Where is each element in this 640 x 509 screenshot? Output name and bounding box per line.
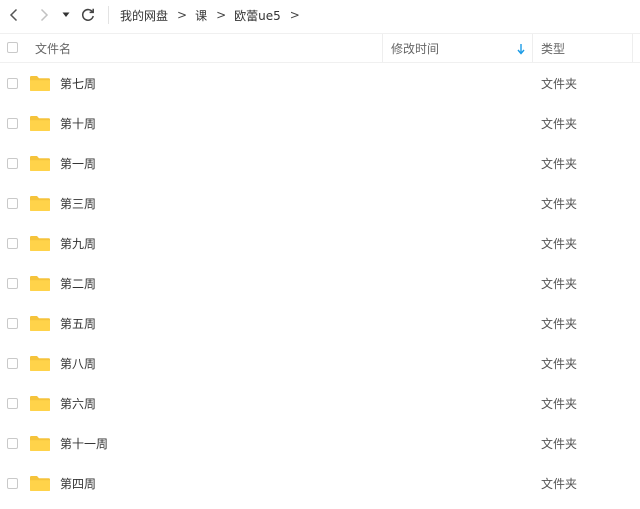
folder-icon [30, 116, 50, 131]
row-checkbox[interactable] [7, 278, 18, 289]
history-dropdown-button[interactable] [58, 5, 74, 25]
table-header: 文件名 修改时间 类型 [0, 33, 640, 63]
file-type: 文件夹 [541, 357, 578, 371]
file-name[interactable]: 第十周 [60, 104, 96, 144]
row-checkbox[interactable] [7, 158, 18, 169]
file-name[interactable]: 第六周 [60, 384, 96, 424]
breadcrumb-item-current[interactable]: 欧蕾ue5 [234, 7, 281, 24]
file-type: 文件夹 [541, 197, 578, 211]
file-type: 文件夹 [541, 157, 578, 171]
file-name[interactable]: 第二周 [60, 264, 96, 304]
folder-icon [30, 356, 50, 371]
row-checkbox[interactable] [7, 318, 18, 329]
table-row[interactable]: 第七周 文件夹 [0, 64, 640, 104]
refresh-button[interactable] [78, 5, 98, 25]
file-name[interactable]: 第四周 [60, 464, 96, 504]
file-name[interactable]: 第七周 [60, 64, 96, 104]
table-row[interactable]: 第十周 文件夹 [0, 104, 640, 144]
back-button[interactable] [4, 5, 24, 25]
column-divider[interactable] [632, 34, 633, 62]
table-row[interactable]: 第八周 文件夹 [0, 344, 640, 384]
sort-descending-icon[interactable] [516, 43, 526, 55]
folder-icon [30, 236, 50, 251]
navigation-bar: 我的网盘 > 课 > 欧蕾ue5 > [0, 0, 640, 30]
table-row[interactable]: 第九周 文件夹 [0, 224, 640, 264]
folder-icon [30, 316, 50, 331]
file-type: 文件夹 [541, 477, 578, 491]
breadcrumb-separator: > [177, 8, 188, 22]
row-checkbox[interactable] [7, 398, 18, 409]
breadcrumb-separator[interactable]: > [290, 8, 300, 22]
file-name[interactable]: 第八周 [60, 344, 96, 384]
caret-down-icon [62, 12, 70, 17]
row-checkbox[interactable] [7, 438, 18, 449]
file-name[interactable]: 第五周 [60, 304, 96, 344]
row-checkbox[interactable] [7, 358, 18, 369]
row-checkbox[interactable] [7, 118, 18, 129]
column-header-type[interactable]: 类型 [541, 34, 565, 62]
select-all-checkbox[interactable] [7, 42, 18, 53]
row-checkbox[interactable] [7, 78, 18, 89]
folder-icon [30, 276, 50, 291]
table-row[interactable]: 第一周 文件夹 [0, 144, 640, 184]
column-divider[interactable] [532, 34, 533, 62]
chevron-left-icon [9, 8, 18, 22]
row-checkbox[interactable] [7, 198, 18, 209]
file-name[interactable]: 第一周 [60, 144, 96, 184]
folder-icon [30, 156, 50, 171]
file-name[interactable]: 第九周 [60, 224, 96, 264]
breadcrumb-separator: > [216, 8, 227, 22]
breadcrumb-item-root[interactable]: 我的网盘 [120, 7, 168, 24]
table-row[interactable]: 第四周 文件夹 [0, 464, 640, 504]
column-header-name[interactable]: 文件名 [35, 34, 71, 62]
column-header-modified[interactable]: 修改时间 [391, 34, 439, 62]
file-type: 文件夹 [541, 77, 578, 91]
file-type: 文件夹 [541, 397, 578, 411]
table-row[interactable]: 第三周 文件夹 [0, 184, 640, 224]
breadcrumb-item-course[interactable]: 课 [195, 7, 207, 24]
nav-divider [108, 6, 109, 24]
table-row[interactable]: 第五周 文件夹 [0, 304, 640, 344]
file-type: 文件夹 [541, 277, 578, 291]
folder-icon [30, 436, 50, 451]
row-checkbox[interactable] [7, 478, 18, 489]
column-divider[interactable] [382, 34, 383, 62]
file-type: 文件夹 [541, 437, 578, 451]
file-name[interactable]: 第三周 [60, 184, 96, 224]
file-type: 文件夹 [541, 317, 578, 331]
table-row[interactable]: 第二周 文件夹 [0, 264, 640, 304]
folder-icon [30, 476, 50, 491]
row-checkbox[interactable] [7, 238, 18, 249]
folder-icon [30, 76, 50, 91]
table-row[interactable]: 第六周 文件夹 [0, 384, 640, 424]
file-type: 文件夹 [541, 117, 578, 131]
file-list: 第七周 文件夹 第十周 文件夹 第一周 文件夹 第三周 文件夹 第九周 文件夹 第二周 文件夹 第五周文… [0, 64, 640, 504]
folder-icon [30, 396, 50, 411]
file-type: 文件夹 [541, 237, 578, 251]
refresh-icon [82, 8, 94, 21]
forward-button[interactable] [34, 5, 54, 25]
file-name[interactable]: 第十一周 [60, 424, 108, 464]
folder-icon [30, 196, 50, 211]
table-row[interactable]: 第十一周 文件夹 [0, 424, 640, 464]
chevron-right-icon [40, 8, 49, 22]
breadcrumb: 我的网盘 > 课 > 欧蕾ue5 > [120, 6, 300, 24]
